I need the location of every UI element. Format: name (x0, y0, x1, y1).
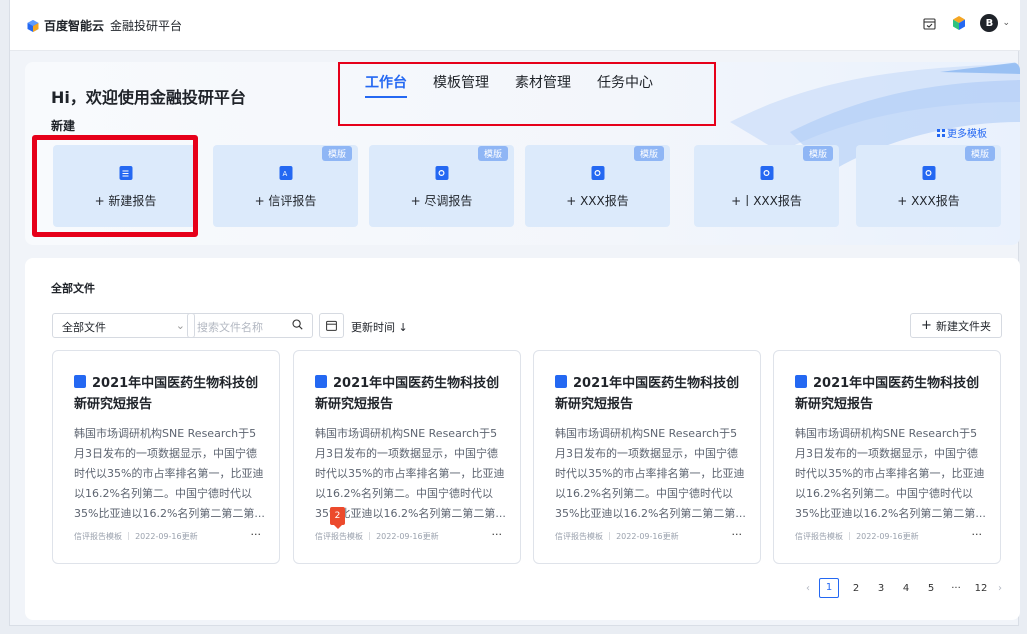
calendar-icon (326, 320, 337, 331)
document-icon (315, 375, 327, 388)
card-label: + XXX报告 (897, 194, 960, 208)
platform-name: 金融投研平台 (110, 19, 183, 33)
sort-toggle-button[interactable] (319, 313, 344, 338)
template-tag: 模版 (633, 146, 664, 161)
file-card[interactable]: 2021年中国医药生物科技创新研究短报告 韩国市场调研机构SNE Researc… (773, 350, 1001, 564)
credit-rating-icon: A (279, 166, 292, 180)
top-bar: 百度智能云 金融投研平台 B ⌄ (10, 0, 1020, 51)
template-tag: 模版 (802, 146, 833, 161)
highlight-box-nav (338, 62, 716, 126)
next-page-icon[interactable]: › (998, 583, 1002, 594)
user-avatar[interactable]: B (980, 14, 999, 32)
template-tag: 模版 (964, 146, 995, 161)
more-actions-icon[interactable]: ··· (492, 528, 503, 541)
xxx-report-card-1[interactable]: 模版 + XXX报告 (525, 145, 670, 227)
more-templates-label: 更多模板 (947, 129, 987, 140)
new-folder-button[interactable]: + 新建文件夹 (910, 313, 1002, 338)
page-12[interactable]: 12 (973, 583, 989, 594)
greeting-title: Hi，欢迎使用金融投研平台 (51, 88, 246, 107)
prev-page-icon[interactable]: ‹ (806, 583, 810, 594)
brand-name: 百度智能云 (44, 19, 105, 33)
brand[interactable]: 百度智能云 金融投研平台 (26, 17, 182, 34)
card-label: +丨XXX报告 (731, 194, 802, 208)
color-cube-icon[interactable] (950, 14, 968, 32)
baidu-cloud-logo-icon (27, 19, 39, 32)
card-label: + 信评报告 (254, 194, 317, 208)
template-tag: 模版 (477, 146, 508, 161)
document-icon (795, 375, 807, 388)
more-templates-link[interactable]: 更多模板 (937, 125, 987, 140)
page-1[interactable]: 1 (819, 578, 839, 598)
pagination: ‹ 1 2 3 4 5 ··· 12 › (806, 578, 1002, 598)
magnifier-document-icon (591, 166, 604, 180)
document-icon (74, 375, 86, 388)
template-tag: 模版 (321, 146, 352, 161)
new-folder-label: 新建文件夹 (935, 319, 991, 333)
sort-by-update-time[interactable]: 更新时间 ↓ (351, 319, 408, 335)
page-5[interactable]: 5 (923, 583, 939, 594)
card-label: + XXX报告 (566, 194, 629, 208)
chevron-down-icon: ⌄ (175, 319, 185, 332)
file-meta: 信评报告模板 ｜ 2022-09-16更新 (795, 532, 919, 541)
new-section-label: 新建 (51, 119, 76, 133)
search-placeholder: 搜索文件名称 (197, 321, 263, 334)
xxx-report-card-2[interactable]: 模版 +丨XXX报告 (694, 145, 839, 227)
filter-value: 全部文件 (62, 321, 106, 334)
file-card[interactable]: 2021年中国医药生物科技创新研究短报告 韩国市场调研机构SNE Researc… (533, 350, 761, 564)
grid-icon (937, 128, 945, 137)
file-summary: 韩国市场调研机构SNE Research于5月3日发布的一项数据显示，中国宁德时… (555, 427, 746, 520)
file-search-input[interactable]: 搜索文件名称 (187, 313, 313, 338)
more-actions-icon[interactable]: ··· (732, 528, 743, 541)
more-actions-icon[interactable]: ··· (972, 528, 983, 541)
page-3[interactable]: 3 (873, 583, 889, 594)
file-title: 2021年中国医药生物科技创新研究短报告 (315, 375, 500, 412)
file-title: 2021年中国医药生物科技创新研究短报告 (795, 375, 980, 412)
magnifier-document-icon (760, 166, 773, 180)
magnifier-document-icon (922, 166, 935, 180)
plus-icon: + (921, 318, 932, 333)
search-icon[interactable] (292, 319, 303, 330)
all-files-panel: 全部文件 全部文件 ⌄ 搜索文件名称 更新时间 ↓ + 新建文件夹 2021年中… (25, 258, 1020, 620)
svg-text:A: A (283, 170, 288, 177)
file-title: 2021年中国医药生物科技创新研究短报告 (74, 375, 259, 412)
calendar-check-icon[interactable] (920, 14, 938, 32)
file-filter-select[interactable]: 全部文件 ⌄ (52, 313, 195, 338)
card-label: + 尽调报告 (410, 194, 473, 208)
page-ellipsis[interactable]: ··· (948, 583, 964, 594)
document-icon (555, 375, 567, 388)
file-summary: 韩国市场调研机构SNE Research于5月3日发布的一项数据显示，中国宁德时… (795, 427, 986, 520)
file-title: 2021年中国医药生物科技创新研究短报告 (555, 375, 740, 412)
credit-report-card[interactable]: 模版 A + 信评报告 (213, 145, 358, 227)
file-meta: 信评报告模板 ｜ 2022-09-16更新 (555, 532, 679, 541)
page-2[interactable]: 2 (848, 583, 864, 594)
file-meta: 信评报告模板 ｜ 2022-09-16更新 (315, 532, 439, 541)
magnifier-document-icon (435, 166, 448, 180)
file-card[interactable]: 2021年中国医药生物科技创新研究短报告 韩国市场调研机构SNE Researc… (293, 350, 521, 564)
annotation-number-badge: 2 (330, 507, 345, 529)
page-4[interactable]: 4 (898, 583, 914, 594)
highlight-box-new-report (32, 135, 198, 237)
file-card[interactable]: 2021年中国医药生物科技创新研究短报告 韩国市场调研机构SNE Researc… (52, 350, 280, 564)
more-actions-icon[interactable]: ··· (251, 528, 262, 541)
file-meta: 信评报告模板 ｜ 2022-09-16更新 (74, 532, 198, 541)
files-section-title: 全部文件 (51, 282, 95, 295)
xxx-report-card-3[interactable]: 模版 + XXX报告 (856, 145, 1001, 227)
chevron-down-icon[interactable]: ⌄ (1002, 18, 1010, 28)
header-actions: B ⌄ (920, 14, 1010, 32)
due-diligence-report-card[interactable]: 模版 + 尽调报告 (369, 145, 514, 227)
file-summary: 韩国市场调研机构SNE Research于5月3日发布的一项数据显示，中国宁德时… (74, 427, 265, 520)
